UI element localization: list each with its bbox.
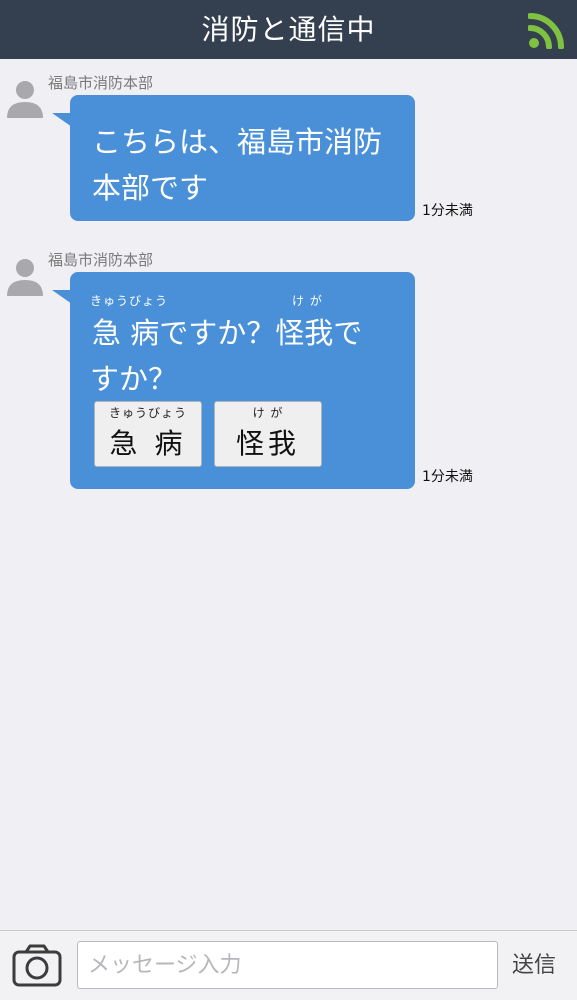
choice-furigana: きゅうびょう: [108, 406, 187, 420]
message-text-line: 本部です: [92, 171, 209, 205]
choice-button-illness[interactable]: きゅうびょう 急 病: [94, 401, 202, 467]
message-input[interactable]: [77, 941, 498, 989]
choice-furigana: け が: [252, 406, 284, 420]
header-bar: 消防と通信中: [0, 0, 577, 59]
bubble-tail: [52, 290, 72, 304]
message-bubble: きゅうびょう け が 急 病ですか？怪我で すか？ きゅうびょう 急 病 け が…: [70, 272, 415, 489]
message-text-line: 急 病ですか？怪我で: [92, 316, 363, 350]
message-text-line: すか？: [90, 362, 178, 396]
avatar-icon: [7, 259, 43, 296]
message-timestamp: 1分未満: [422, 203, 473, 219]
send-button[interactable]: 送信: [512, 947, 556, 979]
choice-button-injury[interactable]: け が 怪我: [214, 401, 322, 467]
message-text-line: こちらは、福島市消防: [92, 125, 383, 159]
avatar-icon: [7, 81, 43, 118]
message-bubble: こちらは、福島市消防 本部です: [70, 95, 415, 221]
message-timestamp: 1分未満: [422, 469, 473, 485]
choice-label: 急 病: [109, 427, 187, 460]
camera-icon[interactable]: [12, 944, 62, 988]
page-title: 消防と通信中: [201, 13, 376, 46]
bubble-tail: [52, 113, 72, 127]
composer-bar: 送信: [0, 930, 577, 1000]
choice-label: 怪我: [235, 427, 300, 460]
rss-icon[interactable]: [528, 11, 566, 49]
furigana: きゅうびょう: [90, 294, 169, 308]
furigana: け が: [292, 294, 323, 308]
sender-name: 福島市消防本部: [48, 74, 154, 92]
sender-name: 福島市消防本部: [48, 251, 154, 269]
